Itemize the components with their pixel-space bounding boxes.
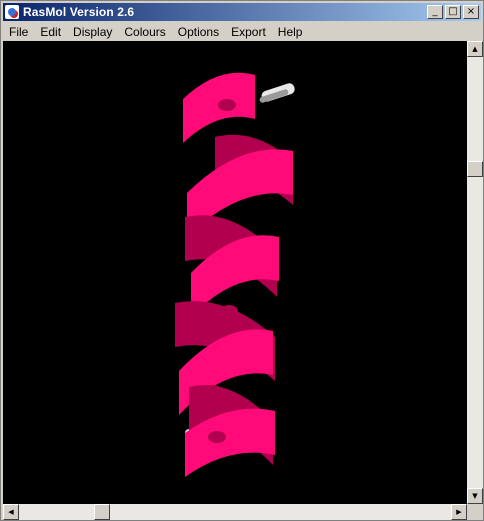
arrow-down-icon: ▼ (472, 492, 478, 500)
scrollbar-corner (467, 504, 483, 520)
window-title: RasMol Version 2.6 (23, 5, 135, 19)
window-controls: _ □ × (425, 5, 479, 19)
maximize-button[interactable]: □ (445, 5, 461, 19)
menu-edit[interactable]: Edit (34, 25, 67, 39)
arrow-right-icon: ▶ (456, 508, 462, 516)
rasmol-window: RasMol Version 2.6 _ □ × File Edit Displ… (0, 0, 484, 521)
vertical-scrollbar[interactable]: ▲ ▼ (467, 41, 483, 504)
maximize-icon: □ (448, 6, 458, 17)
rasmol-app-icon[interactable] (5, 5, 19, 19)
minimize-icon: _ (432, 6, 438, 17)
scroll-right-button[interactable]: ▶ (451, 504, 467, 520)
sidechain-top (259, 83, 295, 103)
arrow-up-icon: ▲ (472, 45, 478, 53)
molecule-viewport[interactable] (3, 41, 467, 504)
sidechain-knob (218, 99, 236, 111)
sidechain-knob (208, 431, 226, 443)
arrow-left-icon: ◀ (8, 508, 14, 516)
molecule-canvas[interactable] (3, 41, 467, 504)
ribbon-segment (183, 72, 255, 143)
minimize-button[interactable]: _ (427, 5, 443, 19)
scroll-down-button[interactable]: ▼ (467, 488, 483, 504)
vertical-scroll-thumb[interactable] (467, 160, 483, 177)
sidechain-knob (220, 305, 238, 317)
scroll-left-button[interactable]: ◀ (3, 504, 19, 520)
menu-help[interactable]: Help (272, 25, 309, 39)
menu-display[interactable]: Display (67, 25, 118, 39)
close-button[interactable]: × (463, 5, 479, 19)
close-icon: × (466, 6, 476, 17)
menu-file[interactable]: File (3, 25, 34, 39)
horizontal-scroll-thumb[interactable] (93, 504, 110, 520)
helix-ribbon (175, 72, 293, 477)
menu-colours[interactable]: Colours (118, 25, 171, 39)
menu-bar: File Edit Display Colours Options Export… (3, 22, 481, 41)
title-bar[interactable]: RasMol Version 2.6 _ □ × (3, 3, 481, 21)
menu-options[interactable]: Options (172, 25, 225, 39)
menu-export[interactable]: Export (225, 25, 272, 39)
horizontal-scrollbar[interactable]: ◀ ▶ (3, 504, 467, 520)
scroll-up-button[interactable]: ▲ (467, 41, 483, 57)
sidechain-knob (204, 385, 222, 397)
